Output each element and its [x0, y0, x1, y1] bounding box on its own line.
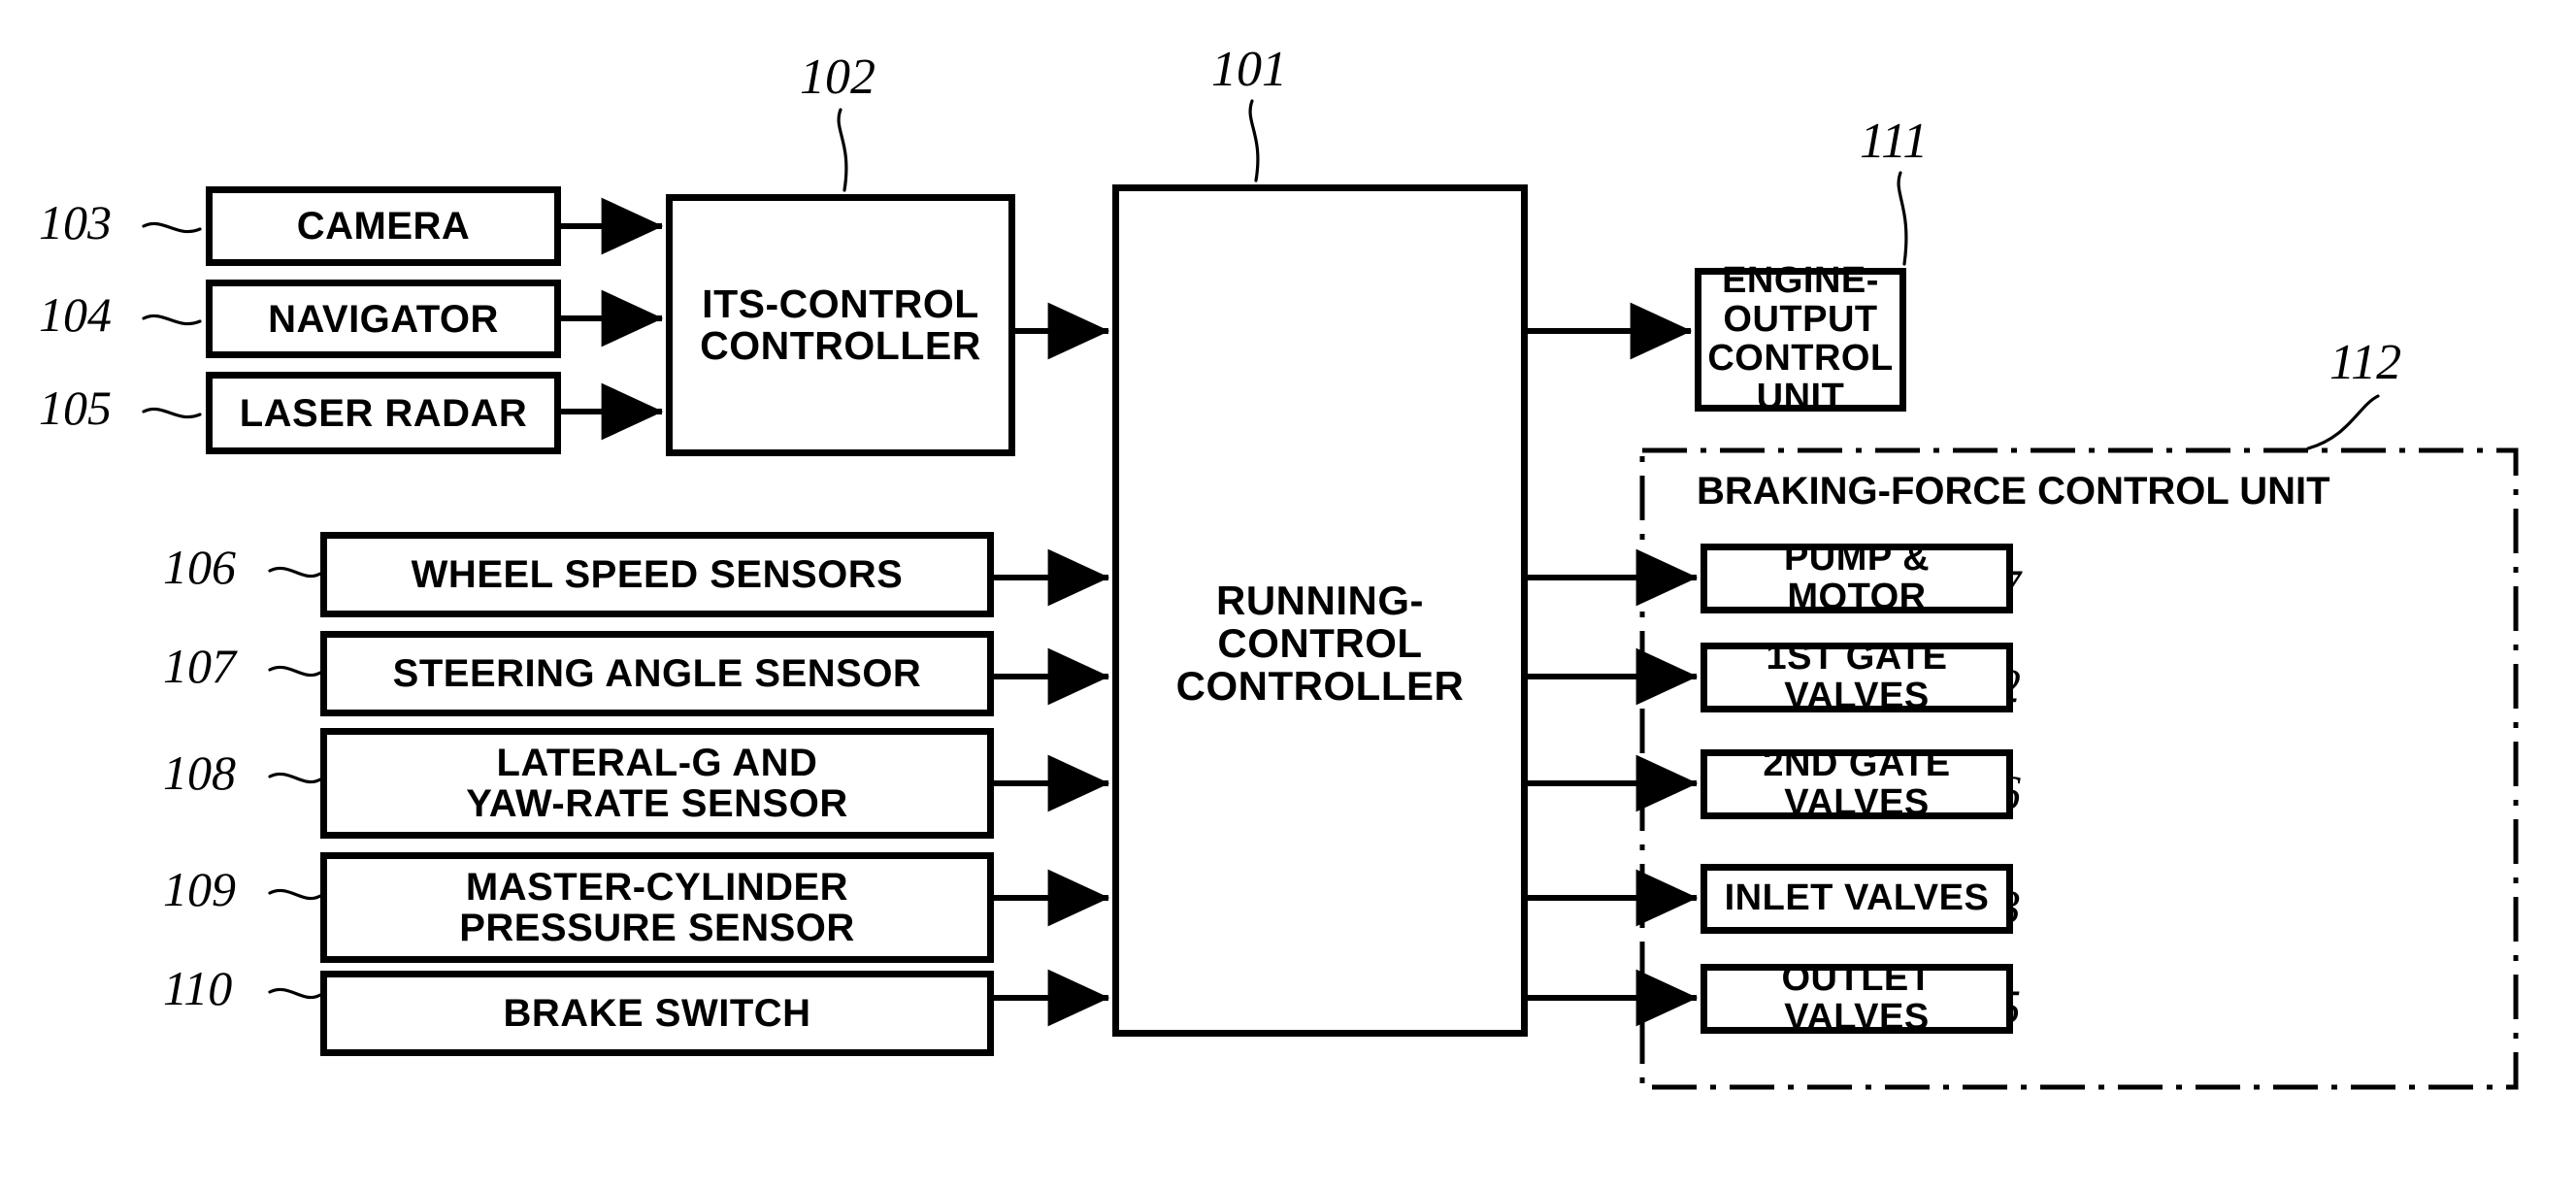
ref-101: 101 [1211, 42, 1287, 97]
ref-112: 112 [2329, 335, 2402, 390]
ref-104: 104 [39, 287, 112, 342]
block-lateral-g-yaw-rate-sensor[interactable]: LATERAL-G AND YAW-RATE SENSOR [320, 728, 994, 839]
block-laser-radar-label: LASER RADAR [239, 391, 528, 435]
block-2nd-gate-valves[interactable]: 2ND GATE VALVES [1701, 744, 2013, 822]
braking-force-control-unit-title: BRAKING-FORCE CONTROL UNIT [1697, 470, 2330, 513]
ref-106: 106 [163, 540, 236, 594]
block-lateral-g-yaw-rate-sensor-label: LATERAL-G AND YAW-RATE SENSOR [466, 742, 848, 825]
block-1st-gate-valves[interactable]: 1ST GATE VALVES [1701, 638, 2013, 715]
block-pump-and-motor-label: PUMP & MOTOR [1783, 538, 1931, 617]
block-2nd-gate-valves-label: 2ND GATE VALVES [1763, 744, 1951, 823]
block-running-control-controller[interactable]: RUNNING-CONTROL CONTROLLER [1112, 184, 1528, 1037]
leader-101 [1248, 99, 1260, 182]
block-laser-radar[interactable]: LASER RADAR [206, 372, 561, 454]
ref-108: 108 [163, 745, 236, 800]
block-wheel-speed-sensors[interactable]: WHEEL SPEED SENSORS [320, 532, 994, 617]
figure-canvas: 103 104 105 106 107 108 109 110 102 101 … [0, 0, 2576, 1191]
block-master-cylinder-pressure-sensor[interactable]: MASTER-CYLINDER PRESSURE SENSOR [320, 852, 994, 963]
block-pump-and-motor[interactable]: PUMP & MOTOR [1701, 539, 2013, 616]
block-outlet-valves-label: OUTLET VALVES [1781, 958, 1932, 1038]
block-navigator-label: NAVIGATOR [268, 297, 499, 341]
leader-112 [2306, 394, 2380, 450]
leader-104 [142, 314, 202, 326]
block-outlet-valves[interactable]: OUTLET VALVES [1701, 959, 2013, 1037]
ref-105: 105 [39, 380, 112, 435]
block-steering-angle-sensor[interactable]: STEERING ANGLE SENSOR [320, 631, 994, 716]
ref-102: 102 [800, 50, 875, 105]
block-inlet-valves[interactable]: INLET VALVES [1701, 864, 2013, 934]
leader-105 [142, 407, 202, 419]
ref-109: 109 [163, 862, 236, 916]
block-engine-output-control-unit-label: ENGINE-OUTPUT CONTROL UNIT [1707, 260, 1894, 417]
ref-111: 111 [1860, 114, 1929, 169]
leader-109 [268, 888, 322, 901]
block-master-cylinder-pressure-sensor-label: MASTER-CYLINDER PRESSURE SENSOR [459, 866, 855, 949]
block-brake-switch-label: BRAKE SWITCH [503, 992, 811, 1035]
block-camera[interactable]: CAMERA [206, 186, 561, 266]
block-brake-switch[interactable]: BRAKE SWITCH [320, 971, 994, 1056]
leader-102 [837, 108, 848, 192]
leader-103 [142, 221, 202, 234]
ref-110: 110 [163, 961, 233, 1015]
block-its-control-controller[interactable]: ITS-CONTROL CONTROLLER [666, 194, 1015, 456]
leader-106 [268, 566, 322, 579]
block-engine-output-control-unit[interactable]: ENGINE-OUTPUT CONTROL UNIT [1695, 261, 1906, 416]
leader-107 [268, 665, 322, 678]
block-wheel-speed-sensors-label: WHEEL SPEED SENSORS [411, 553, 904, 596]
block-steering-angle-sensor-label: STEERING ANGLE SENSOR [392, 652, 922, 695]
ref-107: 107 [163, 639, 236, 693]
ref-103: 103 [39, 195, 112, 249]
block-camera-label: CAMERA [296, 205, 471, 248]
block-its-control-controller-label: ITS-CONTROL CONTROLLER [700, 281, 981, 368]
block-navigator[interactable]: NAVIGATOR [206, 280, 561, 358]
leader-111 [1897, 171, 1908, 266]
block-1st-gate-valves-label: 1ST GATE VALVES [1766, 637, 1948, 716]
block-inlet-valves-label: INLET VALVES [1724, 877, 1990, 919]
block-running-control-controller-label: RUNNING-CONTROL CONTROLLER [1175, 578, 1465, 710]
leader-108 [268, 772, 322, 784]
leader-110 [268, 987, 322, 1000]
